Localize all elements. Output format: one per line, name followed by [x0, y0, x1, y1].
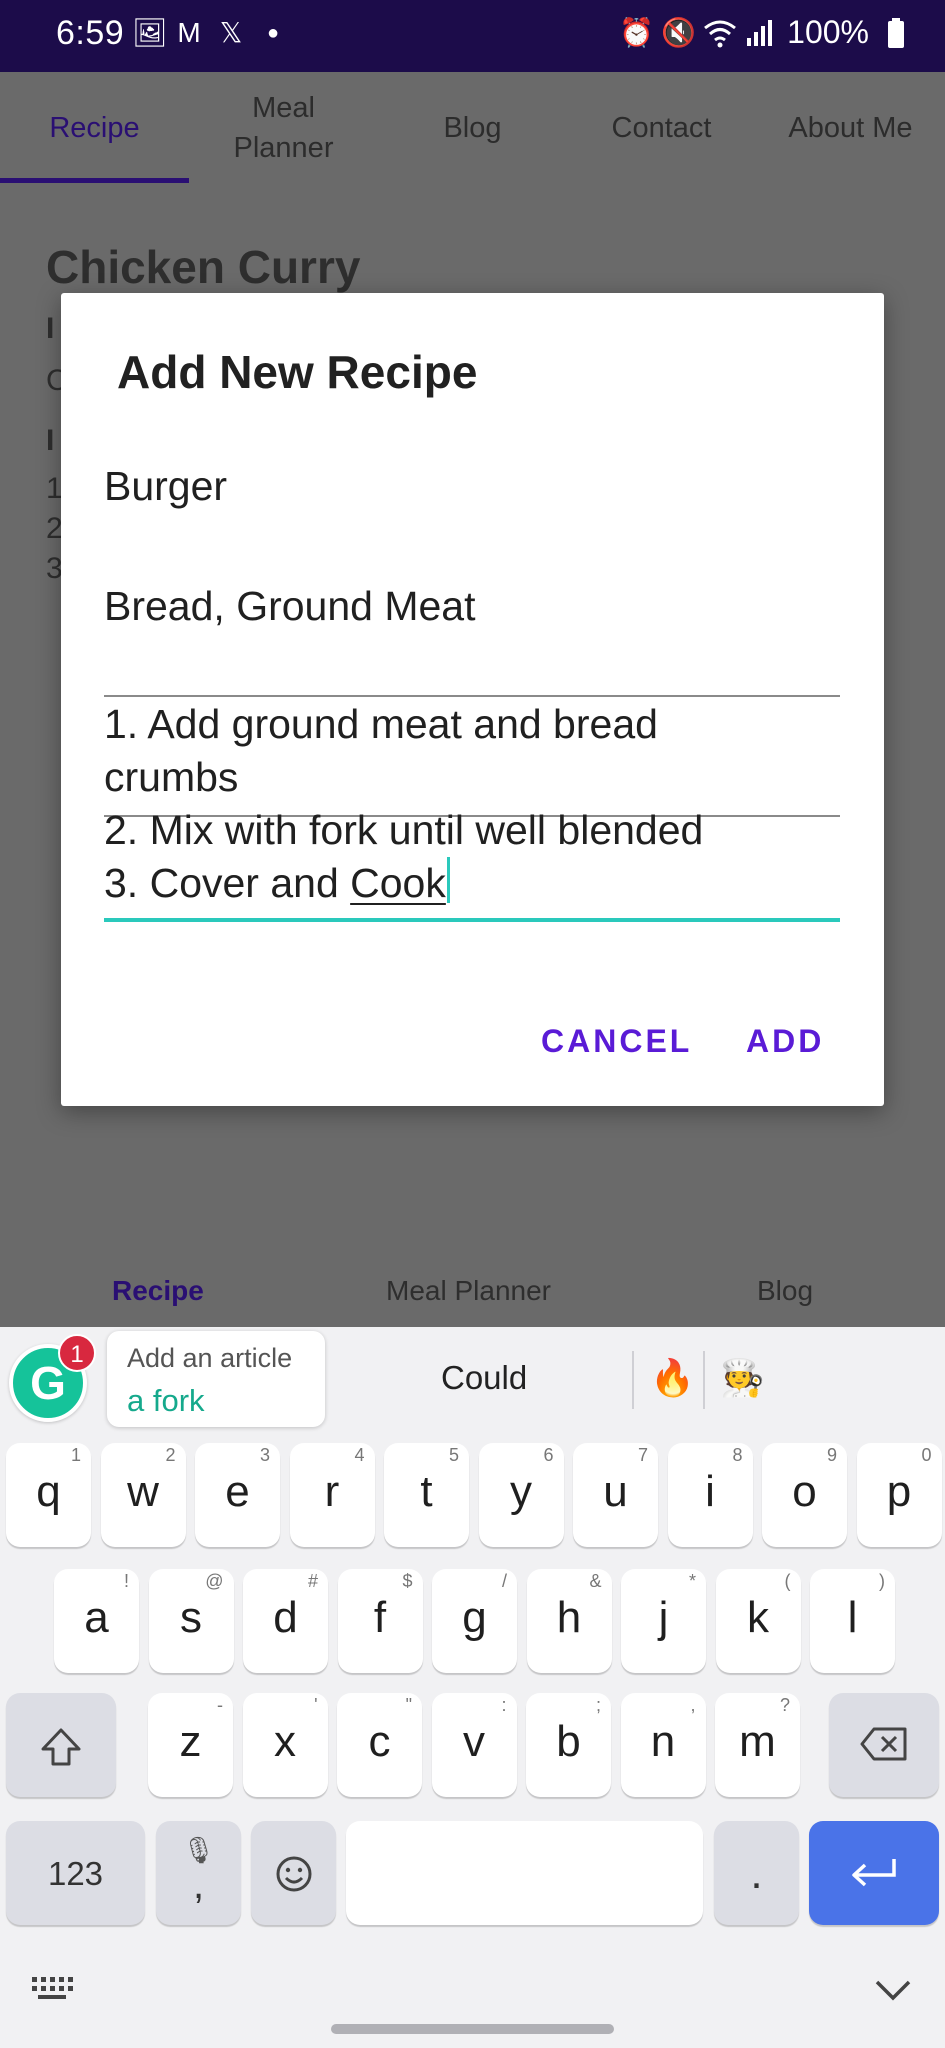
tab-recipe[interactable]: Recipe: [0, 72, 189, 184]
backspace-icon: [829, 1727, 939, 1769]
key-t[interactable]: 5t: [384, 1443, 469, 1547]
key-b[interactable]: ; b: [526, 1693, 611, 1797]
key-m[interactable]: ? m: [715, 1693, 800, 1797]
bottom-nav-blog[interactable]: Blog: [757, 1275, 813, 1307]
recipe-title: Chicken Curry: [46, 241, 361, 293]
gallery-icon: 🖼: [132, 17, 168, 48]
text-cursor: [446, 857, 450, 903]
gmail-icon: M: [177, 17, 201, 48]
status-bar: 6:59 🖼 M 𝕏 ● ⏰ 🔇 100%: [0, 0, 945, 72]
key-r[interactable]: 4r: [289, 1443, 375, 1547]
suggestion-bar: G 1 Add an article a fork Could 🔥 🧑‍🍳: [0, 1327, 945, 1437]
key-k[interactable]: (k: [715, 1569, 801, 1673]
grammarly-badge: 1: [58, 1334, 96, 1372]
grammarly-suggestion: a fork: [127, 1383, 205, 1418]
space-key[interactable]: [346, 1821, 703, 1925]
key-c[interactable]: " c: [337, 1693, 422, 1797]
keyboard-switch-icon[interactable]: [30, 1973, 74, 2012]
key-d[interactable]: # d: [243, 1569, 328, 1673]
key-e[interactable]: 3e: [195, 1443, 280, 1547]
key-y[interactable]: 6y: [478, 1443, 564, 1547]
key-n[interactable]: ,n: [620, 1693, 706, 1797]
recipe-name-field[interactable]: Burger: [104, 463, 840, 697]
mic-icon: 🎙: [181, 1835, 215, 1865]
shift-icon: [6, 1727, 116, 1775]
key-i[interactable]: 8i: [667, 1443, 753, 1547]
top-tab-bar: Recipe Meal Planner Blog Contact About M…: [0, 72, 945, 184]
battery-icon: [881, 17, 911, 48]
composing-word: Cook: [350, 860, 446, 906]
fire-emoji-suggestion[interactable]: 🔥: [650, 1357, 695, 1399]
tab-meal-planner[interactable]: Meal Planner: [189, 72, 378, 184]
key-g[interactable]: / g: [432, 1569, 517, 1673]
mute-icon: 🔇: [661, 16, 697, 48]
numbers-key[interactable]: 123: [6, 1821, 145, 1925]
tab-contact[interactable]: Contact: [567, 72, 756, 184]
smiley-icon: [251, 1855, 336, 1901]
status-time: 6:59: [56, 14, 125, 52]
bottom-nav: Recipe Meal Planner Blog: [0, 1245, 945, 1327]
enter-icon: [809, 1855, 939, 1899]
key-f[interactable]: $ f: [337, 1569, 423, 1673]
recipe-name-value: Burger: [104, 463, 228, 509]
tab-meal-planner-label: Meal Planner: [233, 92, 334, 164]
cancel-button[interactable]: CANCEL: [541, 1023, 692, 1060]
steps-value: 1. Add ground meat and bread crumbs 2. M…: [104, 701, 704, 906]
voice-comma-key[interactable]: 🎙 ,: [156, 1821, 241, 1925]
bottom-nav-recipe[interactable]: Recipe: [112, 1275, 204, 1307]
key-u[interactable]: 7u: [573, 1443, 658, 1547]
tab-indicator: [0, 178, 189, 183]
dot-icon: ●: [266, 22, 280, 44]
key-o[interactable]: 9o: [762, 1443, 847, 1547]
key-z[interactable]: -z: [148, 1693, 233, 1797]
alarm-icon: ⏰: [619, 16, 655, 48]
key-h[interactable]: & h: [526, 1569, 612, 1673]
key-q[interactable]: 1q: [6, 1443, 91, 1547]
ingredients-value: Bread, Ground Meat: [104, 583, 476, 629]
add-recipe-dialog: Add New Recipe Burger Bread, Ground Meat…: [61, 293, 884, 1106]
cook-emoji-suggestion[interactable]: 🧑‍🍳: [720, 1357, 765, 1399]
key-p[interactable]: 0p: [856, 1443, 942, 1547]
key-x[interactable]: ' x: [242, 1693, 328, 1797]
hide-keyboard-icon[interactable]: [873, 1973, 913, 2012]
wifi-icon: [703, 18, 737, 48]
key-w[interactable]: 2w: [100, 1443, 186, 1547]
grammarly-hint: Add an article: [127, 1343, 293, 1373]
tab-blog[interactable]: Blog: [378, 72, 567, 184]
battery-percent: 100%: [787, 14, 869, 50]
key-v[interactable]: :v: [431, 1693, 517, 1797]
word-suggestion[interactable]: Could: [441, 1359, 527, 1397]
key-j[interactable]: * j: [621, 1569, 706, 1673]
grammarly-suggestion-card[interactable]: Add an article a fork: [107, 1331, 325, 1427]
key-s[interactable]: @ s: [148, 1569, 234, 1673]
steps-field[interactable]: 1. Add ground meat and bread crumbs 2. M…: [104, 698, 840, 922]
enter-key[interactable]: [809, 1821, 939, 1925]
tab-about-me[interactable]: About Me: [756, 72, 945, 184]
signal-icon: [745, 18, 775, 48]
recipe-text-fragment: I: [46, 312, 55, 345]
recipe-text-fragment: I: [46, 424, 55, 457]
x-icon: 𝕏: [219, 17, 243, 48]
add-button[interactable]: ADD: [746, 1023, 824, 1060]
key-l[interactable]: ) l: [810, 1569, 895, 1673]
key-a[interactable]: ! a: [54, 1569, 139, 1673]
bottom-nav-meal-planner[interactable]: Meal Planner: [386, 1275, 551, 1307]
ingredients-field[interactable]: Bread, Ground Meat: [104, 583, 840, 817]
gesture-nav-handle[interactable]: [331, 2024, 614, 2034]
dialog-title: Add New Recipe: [117, 346, 478, 398]
emoji-key[interactable]: [251, 1821, 336, 1925]
shift-key[interactable]: [6, 1693, 116, 1797]
backspace-key[interactable]: [829, 1693, 939, 1797]
period-key[interactable]: .: [714, 1821, 799, 1925]
keyboard: G 1 Add an article a fork Could 🔥 🧑‍🍳 1q…: [0, 1327, 945, 2048]
